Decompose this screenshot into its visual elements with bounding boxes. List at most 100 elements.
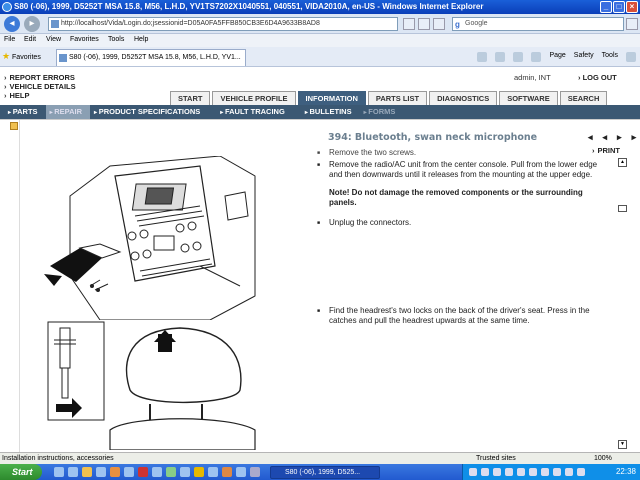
tab-search[interactable]: SEARCH	[559, 91, 608, 105]
tray-device-icon[interactable]	[529, 468, 537, 476]
subnav-product-specifications[interactable]: PRODUCT SPECIFICATIONS	[90, 105, 208, 119]
radio-removal-illustration	[44, 156, 256, 320]
mail-icon[interactable]	[513, 52, 524, 62]
tray-usb-icon[interactable]	[541, 468, 549, 476]
quicklaunch-red-icon[interactable]	[138, 467, 148, 477]
user-label: admin, INT	[514, 73, 551, 82]
menu-tools[interactable]: Tools	[108, 36, 124, 43]
previous-section-icon[interactable]: ◂◂	[588, 132, 617, 142]
stop-icon[interactable]	[433, 18, 445, 30]
security-zone: Trusted sites	[476, 455, 516, 462]
tray-security-icon[interactable]	[481, 468, 489, 476]
scroll-up-button[interactable]: ▲	[618, 158, 627, 167]
scroll-thumb[interactable]	[618, 205, 627, 212]
scroll-down-button[interactable]: ▼	[618, 440, 627, 449]
subnav-repair[interactable]: REPAIR	[45, 105, 91, 119]
window-titlebar: S80 (-06), 1999, D5252T MSA 15.8, M56, L…	[0, 0, 640, 14]
tray-power-icon[interactable]	[565, 468, 573, 476]
quicklaunch-green-icon[interactable]	[166, 467, 176, 477]
tree-strip	[0, 120, 20, 453]
taskbar-ie-window[interactable]: S80 (-06), 1999, D525...	[270, 466, 380, 479]
tab-parts-list[interactable]: PARTS LIST	[367, 91, 428, 105]
compatibility-icon[interactable]	[403, 18, 415, 30]
home-icon[interactable]	[477, 52, 488, 62]
subnav-parts[interactable]: PARTS	[0, 105, 46, 119]
quicklaunch-window-icon[interactable]	[180, 467, 190, 477]
quicklaunch-desktop-icon[interactable]	[68, 467, 78, 477]
search-input[interactable]: g Google	[452, 17, 624, 31]
next-section-icon[interactable]: ▸▸	[617, 132, 640, 142]
quicklaunch-monitor-icon[interactable]	[236, 467, 246, 477]
help-icon[interactable]	[626, 52, 636, 62]
quicklaunch-ie-icon[interactable]	[54, 467, 64, 477]
subnav-fault-tracing[interactable]: FAULT TRACING	[208, 105, 293, 119]
url-field[interactable]: http://localhost/Vida/Login.do;jsessioni…	[48, 17, 398, 31]
vehicle-details-link[interactable]: VEHICLE DETAILS	[4, 82, 76, 91]
back-button[interactable]: ◂	[4, 16, 20, 32]
tab-diagnostics[interactable]: DIAGNOSTICS	[429, 91, 498, 105]
quicklaunch-settings-icon[interactable]	[208, 467, 218, 477]
tray-lan-icon[interactable]	[553, 468, 561, 476]
refresh-icon[interactable]	[418, 18, 430, 30]
status-bar: Installation instructions, accessories T…	[0, 452, 640, 464]
menu-view[interactable]: View	[46, 36, 61, 43]
menu-file[interactable]: File	[4, 36, 15, 43]
search-icon[interactable]	[626, 18, 638, 30]
page-menu[interactable]: Page	[549, 52, 565, 62]
tab-start[interactable]: START	[170, 91, 211, 105]
logout-link[interactable]: › LOG OUT	[578, 73, 617, 82]
safety-menu[interactable]: Safety	[574, 52, 594, 62]
start-button[interactable]: Start	[0, 464, 42, 480]
quicklaunch-app-icon[interactable]	[96, 467, 106, 477]
tray-volume-icon[interactable]	[505, 468, 513, 476]
menu-favorites[interactable]: Favorites	[70, 36, 99, 43]
forward-button[interactable]: ▸	[24, 16, 40, 32]
tab-software[interactable]: SOFTWARE	[499, 91, 558, 105]
close-button[interactable]: ×	[626, 1, 638, 13]
folder-icon[interactable]	[10, 122, 18, 130]
tray-antivirus-icon[interactable]	[517, 468, 525, 476]
quicklaunch-tool-icon[interactable]	[124, 467, 134, 477]
command-bar: Page Safety Tools	[477, 52, 636, 62]
step-remove-screws: Remove the two screws.	[316, 148, 606, 158]
tray-update-icon[interactable]	[493, 468, 501, 476]
minimize-button[interactable]: _	[600, 1, 612, 13]
url-text: http://localhost/Vida/Login.do;jsessioni…	[61, 20, 320, 27]
quicklaunch-extra-icon[interactable]	[250, 467, 260, 477]
maximize-button[interactable]: □	[613, 1, 625, 13]
note-warning: Note! Do not damage the removed componen…	[329, 188, 583, 207]
quicklaunch-folder-icon[interactable]	[82, 467, 92, 477]
report-errors-link[interactable]: REPORT ERRORS	[4, 73, 76, 82]
quicklaunch-orange-icon[interactable]	[222, 467, 232, 477]
tools-menu[interactable]: Tools	[602, 52, 618, 62]
print-icon[interactable]	[531, 52, 542, 62]
menu-help[interactable]: Help	[134, 36, 148, 43]
feeds-icon[interactable]	[495, 52, 506, 62]
step-remove-radio: Remove the radio/AC unit from the center…	[316, 160, 606, 180]
status-text: Installation instructions, accessories	[2, 455, 114, 462]
tab-information[interactable]: INFORMATION	[297, 91, 366, 105]
window-title: S80 (-06), 1999, D5252T MSA 15.8, M56, L…	[14, 2, 484, 11]
taskbar: Start S80 (-06), 1999, D525... 22:38	[0, 464, 640, 480]
google-icon: g	[455, 20, 460, 29]
browser-tab[interactable]: S80 (-06), 1999, D5252T MSA 15.8, M56, L…	[56, 49, 246, 66]
subnav-forms[interactable]: FORMS	[360, 105, 404, 119]
quicklaunch-globe-icon[interactable]	[152, 467, 162, 477]
sub-navigation: PARTS REPAIR PRODUCT SPECIFICATIONS FAUL…	[0, 105, 640, 119]
ie-logo-icon	[2, 2, 12, 12]
header-links: REPORT ERRORS VEHICLE DETAILS HELP	[4, 73, 76, 100]
favorites-button[interactable]: ★ Favorites	[2, 51, 41, 62]
zoom-level[interactable]: 100%	[594, 453, 612, 464]
help-link[interactable]: HELP	[4, 91, 76, 100]
tab-vehicle-profile[interactable]: VEHICLE PROFILE	[212, 91, 296, 105]
tray-network-icon[interactable]	[469, 468, 477, 476]
menu-edit[interactable]: Edit	[24, 36, 36, 43]
tray-language-icon[interactable]	[577, 468, 585, 476]
quicklaunch-star-icon[interactable]	[194, 467, 204, 477]
instruction-text: Remove the two screws. Remove the radio/…	[316, 148, 606, 328]
quicklaunch-media-icon[interactable]	[110, 467, 120, 477]
document-area: 394: Bluetooth, swan neck microphone ◂◂▸…	[0, 119, 640, 453]
subnav-bulletins[interactable]: BULLETINS	[293, 105, 360, 119]
document-scrollbar[interactable]: ▲ ▼	[618, 158, 628, 449]
headrest-illustration	[109, 327, 256, 450]
